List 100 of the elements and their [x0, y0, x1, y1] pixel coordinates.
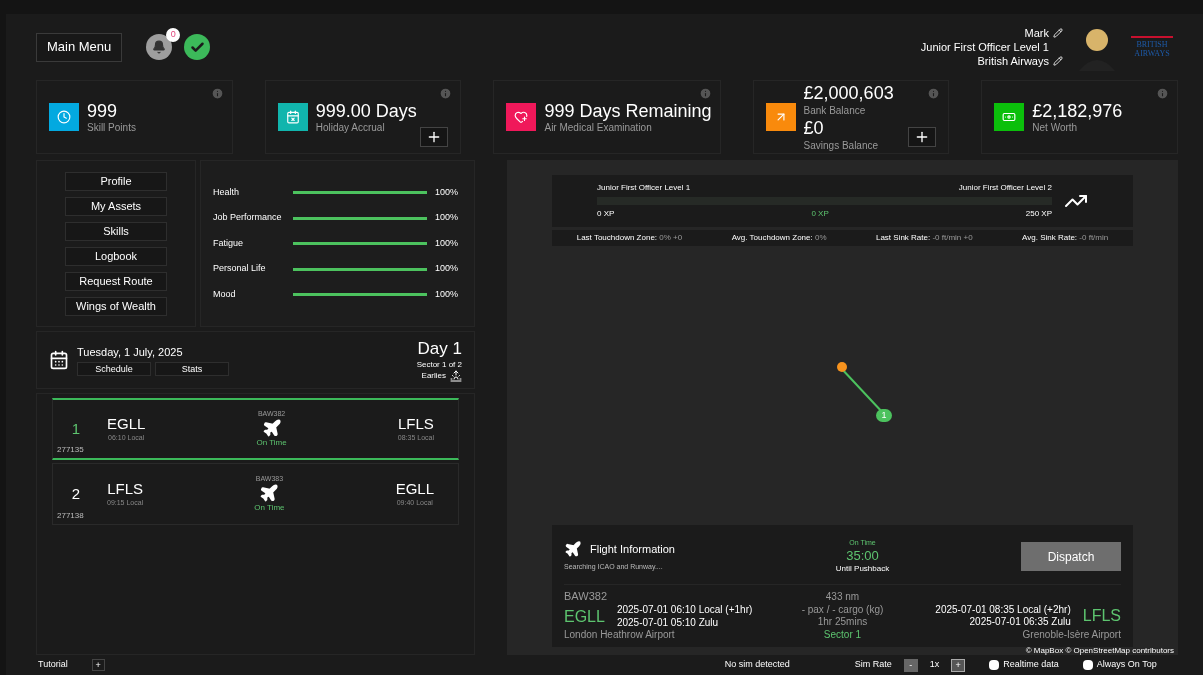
sim-status: No sim detected — [724, 658, 790, 672]
countdown-label: Until Pushback — [835, 564, 890, 574]
menu-button[interactable]: Skills — [65, 221, 167, 241]
day-tab[interactable]: Stats — [155, 362, 229, 377]
airline-logo: BRITISH AIRWAYS — [1131, 36, 1173, 58]
xp-min: 0 XP — [597, 208, 615, 220]
meter-label: Job Performance — [213, 211, 283, 225]
flight-code: 277135 — [57, 444, 84, 456]
sim-rate-value: 1x — [929, 658, 940, 672]
route-marker: 1 — [876, 409, 892, 422]
stat-label: Net Worth — [1032, 122, 1079, 135]
duration: 1hr 25mins — [817, 616, 868, 629]
arrival-icao: LFLS — [1082, 606, 1121, 627]
origin-marker — [837, 362, 847, 372]
menu-button[interactable]: Logbook — [65, 246, 167, 266]
arrival-icao: EGLL — [395, 480, 434, 499]
date-text: Tuesday, 1 July, 2025 — [77, 344, 184, 360]
stat-value: £2,182,976 — [1032, 99, 1123, 122]
landing-stat: Avg. Touchdown Zone: 0% — [731, 232, 827, 244]
plane-icon — [259, 483, 280, 504]
countdown: 35:00 — [846, 547, 879, 564]
landing-stat: Last Sink Rate: -0 ft/min +0 — [875, 232, 973, 244]
current-rank: Junior First Officer Level 1 — [597, 182, 691, 194]
stat-value: 999 — [87, 99, 119, 122]
day-tab[interactable]: Schedule — [77, 362, 151, 377]
menu-button[interactable]: Wings of Wealth — [65, 296, 167, 316]
dispatch-button[interactable]: Dispatch — [1021, 542, 1121, 571]
sim-rate-increase-button[interactable]: + — [951, 658, 966, 672]
meter-reading: 100% — [435, 185, 459, 199]
distance: 433 nm — [825, 591, 860, 604]
xp-max: 250 XP — [1025, 208, 1052, 220]
xp-current: 0 XP — [811, 208, 829, 220]
stat-label: Air Medical Examination — [544, 122, 653, 135]
stat-label: Holiday Accrual — [315, 122, 386, 135]
departure-zulu-time: 2025-07-01 05:10 Zulu — [616, 616, 720, 630]
next-rank: Junior First Officer Level 2 — [958, 182, 1052, 194]
flight-status: On Time — [256, 438, 287, 449]
map-attribution: © MapBox © OpenStreetMap contributors — [1025, 646, 1174, 655]
stat-value: £0 — [803, 117, 825, 140]
meter-label: Personal Life — [213, 262, 267, 276]
flight-number: 1 — [70, 418, 82, 439]
edit-icon[interactable] — [1053, 56, 1063, 66]
sector-label: Sector 1 — [823, 628, 862, 641]
arrival-icao: LFLS — [397, 415, 434, 434]
menu-button[interactable]: Request Route — [65, 271, 167, 291]
landing-stat: Last Touchdown Zone: 0% +0 — [576, 232, 683, 244]
departure-icao: EGLL — [107, 415, 146, 434]
checkbox[interactable] — [1082, 660, 1093, 670]
add-button[interactable] — [420, 127, 449, 147]
calendar-icon — [49, 350, 69, 370]
flight-callsign: BAW382 — [564, 590, 608, 605]
plane-icon — [564, 540, 582, 559]
map-background[interactable] — [507, 160, 1178, 655]
tutorial-add-button[interactable]: + — [91, 659, 105, 671]
departure-airport: London Heathrow Airport — [564, 629, 676, 642]
menu-button[interactable]: My Assets — [65, 196, 167, 216]
arrival-airport: Grenoble-Isère Airport — [1022, 628, 1121, 642]
user-name: Mark — [1024, 26, 1049, 40]
meter-label: Health — [213, 185, 240, 199]
arrival-local-time: 2025-07-01 08:35 Local (+2hr) — [935, 603, 1071, 617]
flight-code: 277138 — [57, 510, 84, 522]
day-number: Day 1 — [417, 338, 462, 360]
menu-button[interactable]: Profile — [65, 171, 167, 191]
user-rank: Junior First Officer Level 1 — [920, 40, 1049, 54]
checkbox[interactable] — [989, 660, 1000, 670]
main-menu-button[interactable]: Main Menu — [36, 32, 123, 62]
edit-icon[interactable] — [1053, 28, 1063, 38]
payload: - pax / - cargo (kg) — [801, 603, 884, 616]
panel-title: Flight Information — [590, 542, 675, 557]
checkbox-label: Realtime data — [1003, 658, 1059, 672]
sunrise-icon — [450, 369, 462, 382]
meter-label: Mood — [213, 287, 237, 301]
sim-rate-decrease-button[interactable]: - — [903, 658, 918, 672]
stat-label: Bank Balance — [803, 104, 867, 117]
meter-reading: 100% — [435, 262, 459, 276]
bell-icon[interactable] — [146, 34, 173, 60]
flight-status: On Time — [254, 503, 285, 514]
meter-reading: 100% — [435, 236, 459, 250]
shift-text: Earlies — [421, 370, 446, 381]
meter-label: Fatigue — [213, 236, 245, 250]
stat-value: £2,000,603 — [803, 82, 894, 105]
meter-reading: 100% — [435, 287, 459, 301]
flight-number: 2 — [70, 483, 82, 504]
notification-badge: 0 — [166, 28, 181, 42]
departure-icao: EGLL — [564, 606, 605, 627]
departure-icao: LFLS — [107, 480, 144, 499]
stat-label: Skill Points — [87, 122, 136, 135]
sector-text: Sector 1 of 2 — [416, 359, 462, 370]
stat-label: Savings Balance — [803, 139, 880, 152]
meter-reading: 100% — [435, 211, 459, 225]
arrival-zulu-time: 2025-07-01 06:35 Zulu — [969, 616, 1071, 629]
add-button[interactable] — [908, 127, 937, 147]
checkbox-label: Always On Top — [1096, 658, 1157, 672]
landing-stat: Avg. Sink Rate: -0 ft/min — [1022, 232, 1109, 244]
plane-icon — [261, 418, 282, 439]
sim-rate-label: Sim Rate — [854, 658, 892, 672]
stat-value: 999 Days Remaining — [544, 99, 712, 122]
tutorial-label: Tutorial — [38, 658, 68, 672]
stat-value: 999.00 Days — [315, 99, 417, 122]
departure-local-time: 2025-07-01 06:10 Local (+1hr) — [616, 604, 753, 617]
